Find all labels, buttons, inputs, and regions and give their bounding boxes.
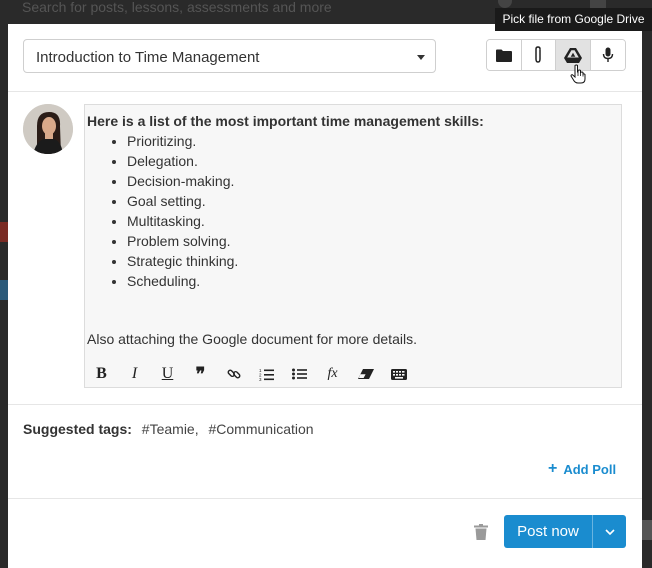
tag-teamie[interactable]: #Teamie, — [142, 421, 199, 437]
attach-file-button[interactable] — [521, 40, 556, 70]
editor-content: Here is a list of the most important tim… — [87, 111, 484, 291]
google-drive-icon — [563, 48, 582, 63]
link-icon — [227, 369, 240, 379]
list-item: Scheduling. — [127, 271, 484, 291]
post-now-label: Post now — [517, 523, 579, 540]
skills-list: Prioritizing. Delegation. Decision-makin… — [87, 131, 484, 291]
hand-cursor-icon — [570, 64, 586, 84]
add-poll-button[interactable]: + Add Poll — [548, 460, 616, 478]
plus-icon: + — [548, 460, 558, 477]
eraser-icon — [357, 369, 374, 379]
svg-text:3: 3 — [259, 377, 262, 381]
add-poll-label: Add Poll — [563, 461, 617, 477]
post-options-dropdown[interactable] — [592, 515, 626, 548]
classroom-select-value: Introduction to Time Management — [36, 49, 260, 66]
user-photo — [23, 104, 73, 154]
keyboard-button[interactable] — [382, 363, 415, 385]
folder-button[interactable] — [487, 40, 522, 70]
avatar — [23, 104, 73, 154]
list-item: Multitasking. — [127, 211, 484, 231]
paperclip-icon — [535, 46, 541, 63]
editor-heading: Here is a list of the most important tim… — [87, 113, 484, 129]
italic-icon: I — [131, 365, 138, 382]
quote-icon: ❞ — [195, 363, 206, 384]
list-item: Decision-making. — [127, 171, 484, 191]
formatting-toolbar: B I U ❞ 123 fx — [85, 363, 415, 385]
background-element — [0, 222, 8, 242]
tag-communication[interactable]: #Communication — [209, 421, 314, 437]
background-element — [0, 280, 8, 300]
list-item: Goal setting. — [127, 191, 484, 211]
folder-icon — [495, 49, 512, 62]
blockquote-button[interactable]: ❞ — [184, 363, 217, 385]
post-now-button[interactable]: Post now — [504, 515, 626, 548]
post-composer-modal: Introduction to Time Management Here is … — [8, 24, 642, 568]
keyboard-icon — [390, 368, 407, 380]
list-item: Delegation. — [127, 151, 484, 171]
attachment-button-group — [486, 39, 626, 71]
background-button — [590, 0, 606, 8]
record-audio-button[interactable] — [590, 40, 625, 70]
google-drive-tooltip: Pick file from Google Drive — [495, 8, 652, 31]
divider — [8, 498, 642, 499]
underline-icon: U — [161, 365, 174, 382]
post-editor[interactable]: Here is a list of the most important tim… — [84, 104, 622, 388]
list-item: Strategic thinking. — [127, 251, 484, 271]
clear-format-button[interactable] — [349, 363, 382, 385]
bold-button[interactable]: B — [85, 363, 118, 385]
suggested-tags: Suggested tags: #Teamie, #Communication — [23, 421, 314, 437]
formula-button[interactable]: fx — [316, 363, 349, 385]
formula-icon: fx — [327, 366, 338, 381]
list-item: Problem solving. — [127, 231, 484, 251]
suggested-tags-label: Suggested tags: — [23, 421, 132, 437]
trash-icon[interactable] — [474, 524, 488, 540]
list-item: Prioritizing. — [127, 131, 484, 151]
bullet-list-icon — [292, 368, 307, 380]
classroom-select[interactable]: Introduction to Time Management — [23, 39, 436, 73]
underline-button[interactable]: U — [151, 363, 184, 385]
numbered-list-icon: 123 — [259, 368, 274, 381]
bullet-list-button[interactable] — [283, 363, 316, 385]
italic-button[interactable]: I — [118, 363, 151, 385]
background-search-input: Search for posts, lessons, assessments a… — [22, 0, 332, 15]
chevron-down-icon — [417, 55, 425, 60]
numbered-list-button[interactable]: 123 — [250, 363, 283, 385]
microphone-icon — [602, 47, 613, 62]
chevron-down-icon — [604, 528, 615, 535]
editor-note: Also attaching the Google document for m… — [87, 331, 417, 347]
composer-header: Introduction to Time Management — [8, 24, 642, 92]
link-button[interactable] — [217, 363, 250, 385]
bold-icon: B — [96, 365, 107, 382]
divider — [8, 404, 642, 405]
